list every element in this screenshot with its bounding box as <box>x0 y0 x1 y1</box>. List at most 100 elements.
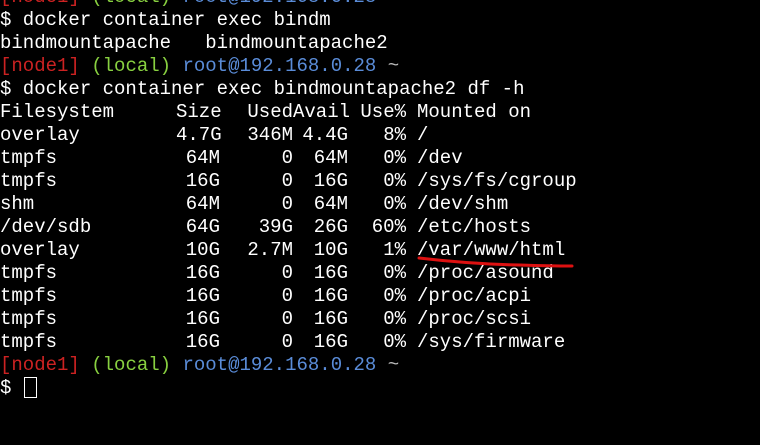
cell-size: 64M <box>185 147 220 169</box>
df-row: overlay 10G 2.7M 10G 1% /var/www/html <box>0 239 760 262</box>
cell-mounted-on: /etc/hosts <box>417 216 532 238</box>
cell-filesystem: tmpfs <box>0 262 58 284</box>
cell-size: 16G <box>185 285 220 307</box>
cell-size: 64G <box>185 216 220 238</box>
df-row: tmpfs 16G 0 16G 0% /sys/fs/cgroup <box>0 170 760 193</box>
cell-used: 0 <box>281 262 293 284</box>
df-row: tmpfs 16G 0 16G 0% /proc/scsi <box>0 308 760 331</box>
prompt-line-2: [node1] (local) root@192.168.0.28 ~ <box>0 354 760 377</box>
prompt-node: [node1] <box>0 55 80 77</box>
df-row: overlay 4.7G 346M 4.4G 8% / <box>0 124 760 147</box>
cell-filesystem: tmpfs <box>0 308 58 330</box>
cell-mounted-on: /proc/asound <box>417 262 554 284</box>
cell-used: 346M <box>247 124 293 146</box>
cell-use-percent: 0% <box>383 285 406 307</box>
cell-avail: 16G <box>313 262 348 284</box>
cell-filesystem: tmpfs <box>0 285 58 307</box>
cell-avail: 16G <box>313 170 348 192</box>
prompt-tilde: ~ <box>387 354 400 376</box>
cell-use-percent: 1% <box>383 239 406 261</box>
cell-avail: 4.4G <box>302 124 348 146</box>
prompt-userhost: root@192.168.0.28 <box>182 354 377 376</box>
cell-size: 16G <box>185 308 220 330</box>
col-filesystem-header: Filesystem <box>0 101 115 123</box>
prompt-local: (local) <box>91 55 172 77</box>
prompt-local: (local) <box>91 0 171 8</box>
cell-mounted-on: /proc/scsi <box>417 308 532 330</box>
cell-use-percent: 0% <box>383 308 406 330</box>
cell-use-percent: 0% <box>383 262 406 284</box>
cell-mounted-on: /sys/firmware <box>417 331 566 353</box>
cell-use-percent: 60% <box>371 216 406 238</box>
cell-use-percent: 0% <box>383 147 406 169</box>
cell-filesystem: tmpfs <box>0 147 58 169</box>
command-line-1: $ docker container exec bindm <box>0 9 331 31</box>
prompt-node: [node1] <box>0 0 80 8</box>
cell-used: 0 <box>281 193 293 215</box>
prompt-line-1: [node1] (local) root@192.168.0.28 ~ <box>0 55 760 78</box>
completion-output: bindmountapache bindmountapache2 <box>0 32 388 54</box>
cell-size: 16G <box>185 170 220 192</box>
df-row: shm 64M 0 64M 0% /dev/shm <box>0 193 760 216</box>
cell-filesystem: /dev/sdb <box>0 216 92 238</box>
cell-filesystem: overlay <box>0 239 80 261</box>
cell-filesystem: tmpfs <box>0 170 58 192</box>
cell-use-percent: 8% <box>383 124 406 146</box>
cell-avail: 16G <box>313 331 348 353</box>
cell-avail: 26G <box>313 216 348 238</box>
cell-mounted-on: /var/www/html <box>417 239 566 261</box>
input-line[interactable]: $ <box>0 377 760 400</box>
cell-avail: 64M <box>313 193 348 215</box>
shell-prompt-symbol: $ <box>0 377 12 399</box>
prompt-line-top-partial: [node1] (local) root@192.168.0.28 ~ <box>0 0 760 9</box>
cell-avail: 16G <box>313 308 348 330</box>
prompt-local: (local) <box>91 354 172 376</box>
df-rows: overlay 4.7G 346M 4.4G 8% / tmpfs 64M 0 64M 0%/dev… <box>0 124 760 354</box>
cell-used: 0 <box>281 308 293 330</box>
terminal-window[interactable]: [node1] (local) root@192.168.0.28 ~ $ do… <box>0 0 760 445</box>
col-used-header: Used <box>247 101 293 123</box>
cell-avail: 16G <box>313 285 348 307</box>
df-row: tmpfs 16G 0 16G 0% /sys/firmware <box>0 331 760 354</box>
cell-size: 4.7G <box>176 124 222 146</box>
cell-use-percent: 0% <box>383 331 406 353</box>
cell-mounted-on: /proc/acpi <box>417 285 532 307</box>
df-row: /dev/sdb 64G 39G 26G 60% /etc/hosts <box>0 216 760 239</box>
df-row: tmpfs 64M 0 64M 0% /dev <box>0 147 760 170</box>
cell-filesystem: tmpfs <box>0 331 58 353</box>
cell-filesystem: overlay <box>0 124 80 146</box>
cell-mounted-on: / <box>417 124 429 146</box>
prompt-userhost: root@192.168.0.28 <box>182 0 376 8</box>
df-header-row: Filesystem Size UsedAvail Use% Mounted on <box>0 101 760 124</box>
cell-filesystem: shm <box>0 193 35 215</box>
cell-used: 0 <box>281 285 293 307</box>
cell-size: 16G <box>185 262 220 284</box>
cell-used: 39G <box>258 216 293 238</box>
cell-size: 10G <box>185 239 220 261</box>
cell-use-percent: 0% <box>383 193 406 215</box>
col-use-header: Use% <box>360 101 406 123</box>
col-mounted-header: Mounted on <box>417 101 532 123</box>
df-row: tmpfs 16G 0 16G 0% /proc/acpi <box>0 285 760 308</box>
prompt-userhost: root@192.168.0.28 <box>182 55 377 77</box>
col-size-header: Size <box>176 101 222 123</box>
prompt-node: [node1] <box>0 354 80 376</box>
cell-used: 0 <box>281 170 293 192</box>
prompt-tilde: ~ <box>388 0 399 8</box>
cell-mounted-on: /dev <box>417 147 463 169</box>
cell-use-percent: 0% <box>383 170 406 192</box>
cell-mounted-on: /dev/shm <box>417 193 509 215</box>
cell-used: 0 <box>281 331 293 353</box>
df-row: tmpfs 16G 0 16G 0% /proc/asound <box>0 262 760 285</box>
block-cursor-icon[interactable] <box>23 377 37 399</box>
cell-avail: 10G <box>313 239 348 261</box>
cell-size: 16G <box>185 331 220 353</box>
cell-mounted-on: /sys/fs/cgroup <box>417 170 577 192</box>
cell-size: 64M <box>185 193 220 215</box>
col-avail-header: Avail <box>293 101 351 123</box>
command-line-2: $ docker container exec bindmountapache2… <box>0 78 525 100</box>
cell-avail: 64M <box>313 147 348 169</box>
cell-used: 0 <box>281 147 293 169</box>
cell-used: 2.7M <box>247 239 293 261</box>
prompt-tilde: ~ <box>387 55 400 77</box>
